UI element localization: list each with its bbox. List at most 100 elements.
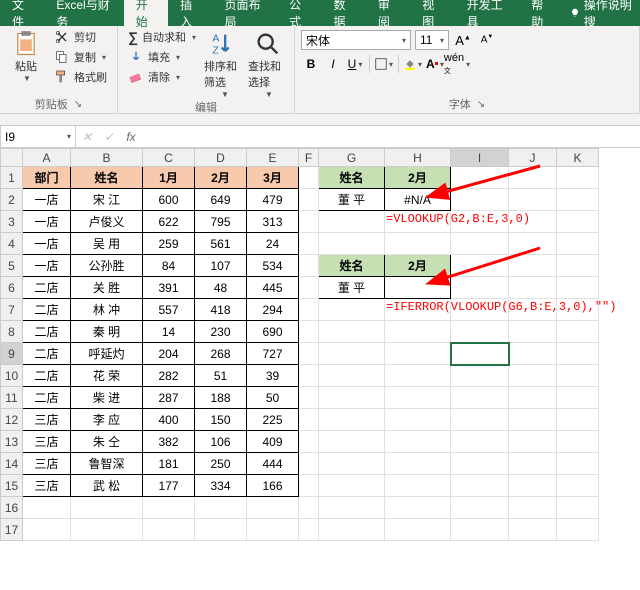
cell-K11[interactable] [557, 387, 599, 409]
font-name-combo[interactable]: 宋体▾ [301, 30, 411, 50]
cell-J2[interactable] [509, 189, 557, 211]
tab-help[interactable]: 帮助 [519, 0, 563, 26]
cell-G10[interactable] [319, 365, 385, 387]
cell-C2[interactable]: 600 [143, 189, 195, 211]
cell-B3[interactable]: 卢俊义 [71, 211, 143, 233]
cell-H15[interactable] [385, 475, 451, 497]
cell-I2[interactable] [451, 189, 509, 211]
enter-formula-button[interactable]: ✓ [98, 130, 120, 144]
cell-K14[interactable] [557, 453, 599, 475]
cell-A11[interactable]: 二店 [23, 387, 71, 409]
cell-C9[interactable]: 204 [143, 343, 195, 365]
cell-I14[interactable] [451, 453, 509, 475]
cell-F9[interactable] [299, 343, 319, 365]
cell-K2[interactable] [557, 189, 599, 211]
cell-H11[interactable] [385, 387, 451, 409]
row-header-17[interactable]: 17 [1, 519, 23, 541]
cell-H16[interactable] [385, 497, 451, 519]
cell-I17[interactable] [451, 519, 509, 541]
cell-G2[interactable]: 董 平 [319, 189, 385, 211]
row-header-2[interactable]: 2 [1, 189, 23, 211]
dialog-launcher-icon[interactable]: ↘ [477, 99, 485, 110]
col-header-F[interactable]: F [299, 149, 319, 167]
cell-I16[interactable] [451, 497, 509, 519]
cell-E17[interactable] [247, 519, 299, 541]
row-header-8[interactable]: 8 [1, 321, 23, 343]
cell-A3[interactable]: 一店 [23, 211, 71, 233]
cell-D14[interactable]: 250 [195, 453, 247, 475]
cell-A6[interactable]: 二店 [23, 277, 71, 299]
fill-color-button[interactable]: ▾ [403, 54, 423, 74]
cell-E2[interactable]: 479 [247, 189, 299, 211]
cell-C12[interactable]: 400 [143, 409, 195, 431]
cell-E4[interactable]: 24 [247, 233, 299, 255]
cell-H9[interactable] [385, 343, 451, 365]
cell-E11[interactable]: 50 [247, 387, 299, 409]
cell-D9[interactable]: 268 [195, 343, 247, 365]
sort-filter-button[interactable]: AZ 排序和筛选 ▼ [204, 28, 244, 99]
cell-A14[interactable]: 三店 [23, 453, 71, 475]
col-header-H[interactable]: H [385, 149, 451, 167]
cell-K5[interactable] [557, 255, 599, 277]
tell-me-search[interactable]: 操作说明搜 [564, 0, 640, 26]
cell-A9[interactable]: 二店 [23, 343, 71, 365]
cell-K17[interactable] [557, 519, 599, 541]
cell-I8[interactable] [451, 321, 509, 343]
cell-F10[interactable] [299, 365, 319, 387]
cell-G6[interactable]: 董 平 [319, 277, 385, 299]
tab-data[interactable]: 数据 [322, 0, 366, 26]
cell-C1[interactable]: 1月 [143, 167, 195, 189]
cell-I4[interactable] [451, 233, 509, 255]
col-header-A[interactable]: A [23, 149, 71, 167]
row-header-7[interactable]: 7 [1, 299, 23, 321]
cell-A15[interactable]: 三店 [23, 475, 71, 497]
cell-H1[interactable]: 2月 [385, 167, 451, 189]
cell-J13[interactable] [509, 431, 557, 453]
cell-J8[interactable] [509, 321, 557, 343]
cell-A1[interactable]: 部门 [23, 167, 71, 189]
row-header-9[interactable]: 9 [1, 343, 23, 365]
cell-J9[interactable] [509, 343, 557, 365]
cell-D1[interactable]: 2月 [195, 167, 247, 189]
cell-H5[interactable]: 2月 [385, 255, 451, 277]
cell-G13[interactable] [319, 431, 385, 453]
cell-C15[interactable]: 177 [143, 475, 195, 497]
row-header-16[interactable]: 16 [1, 497, 23, 519]
cell-E10[interactable]: 39 [247, 365, 299, 387]
cell-J14[interactable] [509, 453, 557, 475]
cell-J15[interactable] [509, 475, 557, 497]
cell-I1[interactable] [451, 167, 509, 189]
tab-view[interactable]: 视图 [410, 0, 454, 26]
cell-F1[interactable] [299, 167, 319, 189]
select-all-corner[interactable] [1, 149, 23, 167]
cell-B9[interactable]: 呼延灼 [71, 343, 143, 365]
cell-G8[interactable] [319, 321, 385, 343]
tab-custom[interactable]: Excel与财务 [44, 0, 123, 26]
cell-K6[interactable] [557, 277, 599, 299]
cell-H12[interactable] [385, 409, 451, 431]
cell-G1[interactable]: 姓名 [319, 167, 385, 189]
cell-B6[interactable]: 关 胜 [71, 277, 143, 299]
paste-button[interactable]: 粘贴 ▼ [6, 28, 46, 86]
cell-G7[interactable] [319, 299, 385, 321]
cell-K15[interactable] [557, 475, 599, 497]
cell-A2[interactable]: 一店 [23, 189, 71, 211]
cell-E12[interactable]: 225 [247, 409, 299, 431]
cell-G16[interactable] [319, 497, 385, 519]
cell-K4[interactable] [557, 233, 599, 255]
cell-K13[interactable] [557, 431, 599, 453]
name-box[interactable]: I9 ▾ [0, 126, 76, 147]
bold-button[interactable]: B [301, 54, 321, 74]
col-header-D[interactable]: D [195, 149, 247, 167]
cell-J4[interactable] [509, 233, 557, 255]
cell-D3[interactable]: 795 [195, 211, 247, 233]
cell-D5[interactable]: 107 [195, 255, 247, 277]
cell-K3[interactable] [557, 211, 599, 233]
decrease-font-button[interactable]: A▼ [477, 30, 497, 50]
fx-button[interactable]: fx [120, 130, 142, 144]
format-painter-button[interactable]: 格式刷 [50, 68, 111, 86]
cell-C4[interactable]: 259 [143, 233, 195, 255]
cell-J10[interactable] [509, 365, 557, 387]
cell-A17[interactable] [23, 519, 71, 541]
cell-F2[interactable] [299, 189, 319, 211]
